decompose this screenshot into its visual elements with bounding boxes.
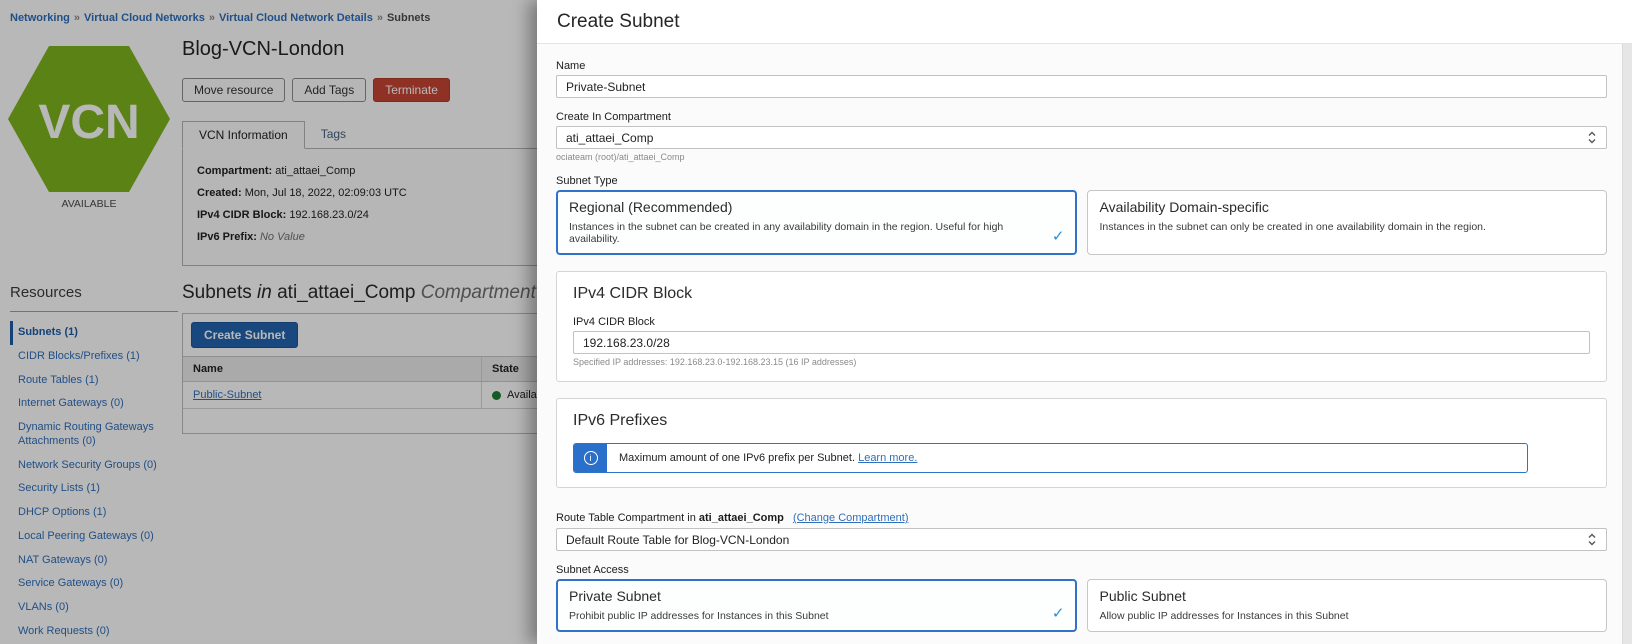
subnet-type-ad-specific-card[interactable]: Availability Domain-specific Instances i… xyxy=(1087,190,1608,255)
route-label-prefix: Route Table Compartment in xyxy=(556,512,696,524)
card-description: Instances in the subnet can be created i… xyxy=(569,221,1064,245)
create-subnet-panel: Create Subnet Name Create In Compartment… xyxy=(537,0,1632,644)
route-label-compartment: ati_attaei_Comp xyxy=(699,512,784,524)
vcn-details-page: Networking»Virtual Cloud Networks»Virtua… xyxy=(0,0,537,644)
card-title: Regional (Recommended) xyxy=(569,199,1064,215)
panel-title: Create Subnet xyxy=(557,11,680,33)
compartment-field-label: Create In Compartment xyxy=(556,111,1607,123)
subnet-type-regional-card[interactable]: Regional (Recommended) Instances in the … xyxy=(556,190,1077,255)
ipv6-prefixes-section: IPv6 Prefixes i Maximum amount of one IP… xyxy=(556,398,1607,488)
card-description: Prohibit public IP addresses for Instanc… xyxy=(569,610,1064,622)
subnet-name-input[interactable] xyxy=(556,75,1607,98)
compartment-select-value: ati_attaei_Comp xyxy=(566,131,653,145)
card-title: Availability Domain-specific xyxy=(1100,199,1595,215)
name-field-label: Name xyxy=(556,60,1607,72)
card-title: Private Subnet xyxy=(569,588,1064,604)
ipv4-field-label: IPv4 CIDR Block xyxy=(573,316,1590,328)
route-table-select-value: Default Route Table for Blog-VCN-London xyxy=(566,533,789,547)
private-subnet-card[interactable]: Private Subnet Prohibit public IP addres… xyxy=(556,579,1077,632)
card-title: Public Subnet xyxy=(1100,588,1595,604)
ipv4-helper-text: Specified IP addresses: 192.168.23.0-192… xyxy=(573,357,1590,367)
panel-header: Create Subnet xyxy=(537,0,1632,44)
ipv4-cidr-input[interactable] xyxy=(573,331,1590,354)
modal-dim-overlay xyxy=(0,0,537,644)
subnet-access-cards: Private Subnet Prohibit public IP addres… xyxy=(556,579,1607,632)
panel-body: Name Create In Compartment ati_attaei_Co… xyxy=(537,44,1632,644)
selected-check-icon: ✓ xyxy=(1052,227,1065,245)
subnet-type-cards: Regional (Recommended) Instances in the … xyxy=(556,190,1607,255)
learn-more-link[interactable]: Learn more. xyxy=(858,452,917,464)
compartment-path-helper: ociateam (root)/ati_attaei_Comp xyxy=(556,152,1607,162)
info-icon: i xyxy=(574,444,607,472)
route-table-label: Route Table Compartment in ati_attaei_Co… xyxy=(556,512,1607,524)
ipv4-section-heading: IPv4 CIDR Block xyxy=(573,285,1590,303)
subnet-type-label: Subnet Type xyxy=(556,175,1607,187)
subnet-access-label: Subnet Access xyxy=(556,564,1607,576)
card-description: Instances in the subnet can only be crea… xyxy=(1100,221,1595,233)
ipv4-cidr-section: IPv4 CIDR Block IPv4 CIDR Block Specifie… xyxy=(556,271,1607,382)
ipv6-info-banner: i Maximum amount of one IPv6 prefix per … xyxy=(573,443,1528,473)
change-compartment-link[interactable]: (Change Compartment) xyxy=(793,512,909,524)
compartment-select[interactable]: ati_attaei_Comp xyxy=(556,126,1607,149)
select-caret-icon xyxy=(1587,532,1597,547)
public-subnet-card[interactable]: Public Subnet Allow public IP addresses … xyxy=(1087,579,1608,632)
oci-console-screen: Networking»Virtual Cloud Networks»Virtua… xyxy=(0,0,1632,644)
route-table-select[interactable]: Default Route Table for Blog-VCN-London xyxy=(556,528,1607,551)
banner-message: Maximum amount of one IPv6 prefix per Su… xyxy=(619,452,855,464)
ipv6-section-heading: IPv6 Prefixes xyxy=(573,412,1590,430)
panel-scrollbar[interactable] xyxy=(1622,44,1632,644)
selected-check-icon: ✓ xyxy=(1052,604,1065,622)
select-caret-icon xyxy=(1587,130,1597,145)
card-description: Allow public IP addresses for Instances … xyxy=(1100,610,1595,622)
